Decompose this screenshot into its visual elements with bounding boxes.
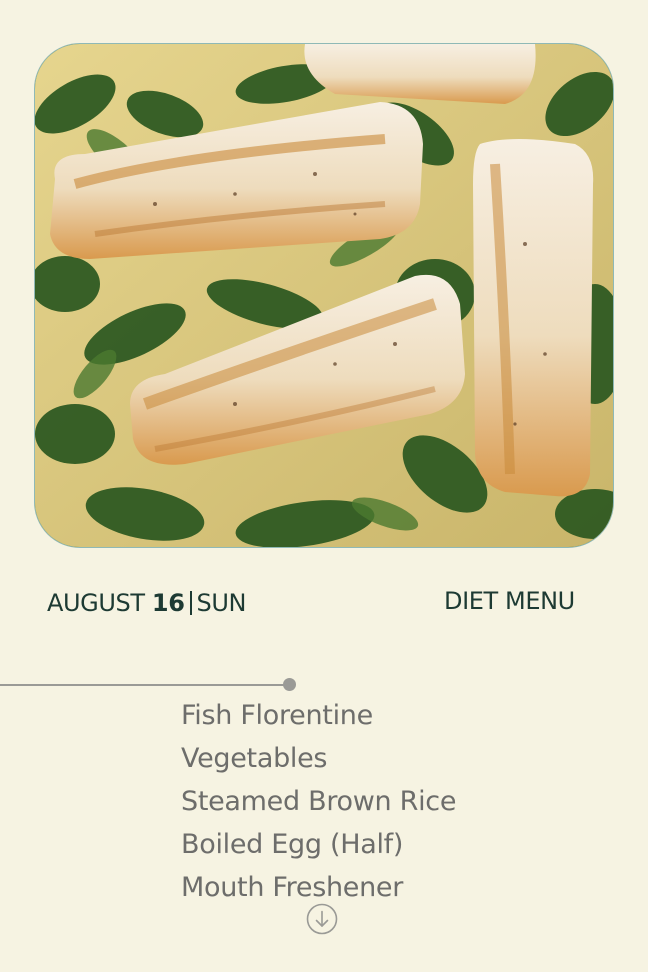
diet-menu-screen: AUGUST 16 SUN DIET MENU Fish Florentine V… <box>0 0 648 972</box>
timeline-divider <box>0 684 289 686</box>
timeline-dot <box>283 678 296 691</box>
menu-item: Vegetables <box>181 743 328 774</box>
dish-photo <box>34 43 614 548</box>
menu-item-list: Fish Florentine Vegetables Steamed Brown… <box>181 694 456 909</box>
date-separator <box>189 591 192 615</box>
menu-item: Steamed Brown Rice <box>181 786 457 817</box>
arrow-down-circle-icon[interactable] <box>306 903 338 935</box>
menu-item: Boiled Egg (Half) <box>181 829 404 860</box>
date-day: 16 <box>151 589 185 617</box>
menu-item: Fish Florentine <box>181 700 373 731</box>
fish-florentine-image <box>35 44 613 547</box>
date-weekday: SUN <box>196 589 247 617</box>
date-month: AUGUST <box>47 589 145 617</box>
menu-date: AUGUST 16 SUN <box>47 589 246 617</box>
diet-menu-title: DIET MENU <box>444 587 575 615</box>
